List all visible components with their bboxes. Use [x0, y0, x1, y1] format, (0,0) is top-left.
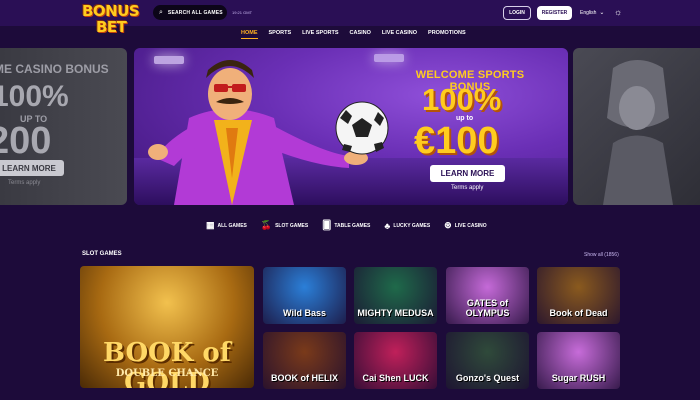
banner-left-amount: 200 — [0, 120, 52, 162]
category-label: TABLE GAMES — [334, 222, 371, 229]
category-live-casino[interactable]: ⊛ LIVE CASINO — [444, 220, 487, 231]
category-table-games[interactable]: 🂠 TABLE GAMES — [322, 220, 370, 231]
banner-learn-more-button[interactable]: LEARN MORE — [430, 165, 505, 182]
game-tile[interactable]: GATES of OLYMPUS — [446, 267, 529, 324]
login-button[interactable]: LOGIN — [503, 6, 531, 20]
search-input[interactable]: ⌕ SEARCH ALL GAMES — [153, 5, 227, 20]
cherries-icon: 🍒 — [260, 220, 273, 230]
category-label: ALL GAMES — [217, 222, 247, 229]
game-tile[interactable]: Wild Bass — [263, 267, 346, 324]
casino-bonus-banner[interactable]: ME CASINO BONUS 100% UP TO 200 LEARN MOR… — [0, 48, 127, 205]
banner-left-learn-more-button[interactable]: LEARN MORE — [0, 160, 64, 176]
banner-left-terms: Terms apply — [8, 180, 41, 186]
game-tile[interactable]: Sugar RUSH — [537, 332, 620, 389]
nav-live-sports[interactable]: LIVE SPORTS — [302, 30, 338, 39]
language-selector[interactable]: English ⌄ — [580, 9, 605, 17]
cards-icon: 🂠 — [322, 220, 332, 230]
sports-bonus-banner[interactable]: WELCOME SPORTS BONUS 100% up to €100 LEA… — [134, 48, 568, 205]
nav-live-casino[interactable]: LIVE CASINO — [382, 30, 417, 39]
game-title: Cai Shen LUCK — [362, 373, 429, 383]
game-tile[interactable]: BOOK of HELIX — [263, 332, 346, 389]
nav-home[interactable]: HOME — [241, 30, 258, 39]
category-label: SLOT GAMES — [275, 222, 309, 229]
chevron-down-icon: ⌄ — [599, 10, 605, 16]
game-title: Wild Bass — [283, 308, 326, 318]
game-title: Sugar RUSH — [551, 373, 606, 383]
search-icon: ⌕ — [159, 8, 163, 16]
game-title: Book of Dead — [549, 308, 608, 318]
chip-icon: ⊛ — [444, 220, 452, 230]
language-label: English — [580, 9, 597, 16]
game-title: GATES of OLYMPUS — [465, 298, 510, 318]
game-title: BOOK of HELIX — [271, 373, 338, 383]
game-tile[interactable]: Book of Dead — [537, 267, 620, 324]
category-label: LIVE CASINO — [454, 222, 487, 229]
category-all-games[interactable]: ▦ ALL GAMES — [206, 220, 247, 231]
search-placeholder: SEARCH ALL GAMES — [167, 9, 223, 16]
game-title: Gonzo's Quest — [455, 373, 520, 383]
game-categories: ▦ ALL GAMES 🍒 SLOT GAMES 🂠 TABLE GAMES ♣… — [206, 220, 487, 231]
game-title: BOOK of GOLD — [103, 338, 231, 388]
section-title: SLOT GAMES — [82, 251, 122, 257]
category-slot-games[interactable]: 🍒 SLOT GAMES — [261, 220, 308, 231]
game-subtitle: DOUBLE CHANCE — [115, 368, 219, 379]
theme-toggle-sun-icon[interactable]: ☼ — [614, 7, 622, 17]
game-tile[interactable]: Cai Shen LUCK — [354, 332, 437, 389]
game-tile-featured[interactable]: BOOK of GOLD DOUBLE CHANCE — [80, 266, 254, 388]
category-label: LUCKY GAMES — [393, 222, 431, 229]
logo-line2: BET — [96, 18, 127, 36]
game-tile[interactable]: Gonzo's Quest — [446, 332, 529, 389]
next-promo-banner[interactable] — [573, 48, 700, 205]
pharaoh-illustration — [603, 60, 673, 205]
clover-icon: ♣ — [384, 220, 391, 231]
game-tile[interactable]: MIGHTY MEDUSA — [354, 267, 437, 324]
grid-icon: ▦ — [206, 220, 215, 230]
nav-sports[interactable]: SPORTS — [269, 30, 292, 39]
bonusbet-logo[interactable]: BONUS BET — [82, 2, 146, 40]
banner-amount: €100 — [414, 120, 499, 162]
banner-terms: Terms apply — [451, 185, 484, 191]
banner-left-pct: 100% — [0, 80, 69, 113]
banner-left-title: ME CASINO BONUS — [0, 62, 109, 76]
banner-percent: 100% — [422, 82, 502, 117]
game-title: MIGHTY MEDUSA — [357, 308, 434, 318]
clock-time: 19:21 GMT — [232, 10, 253, 15]
show-all-link[interactable]: Show all (1856) — [584, 252, 619, 258]
register-button[interactable]: REGISTER — [537, 6, 572, 20]
category-lucky-games[interactable]: ♣ LUCKY GAMES — [384, 220, 430, 231]
nav-casino[interactable]: CASINO — [350, 30, 371, 39]
nav-promotions[interactable]: PROMOTIONS — [428, 30, 466, 39]
